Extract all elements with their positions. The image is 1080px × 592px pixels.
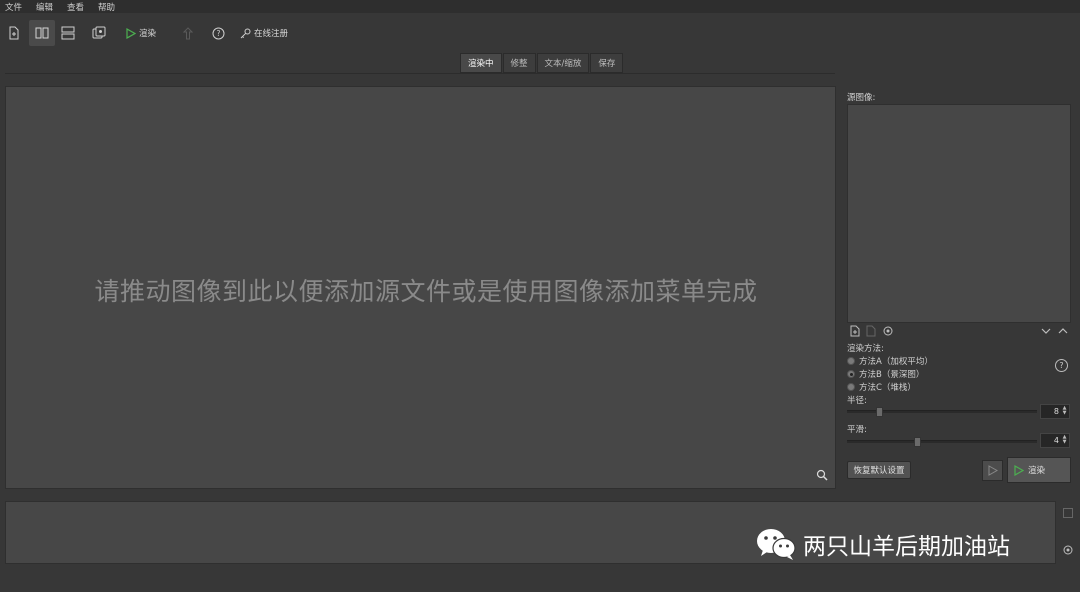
mode-tabs: 渲染中 修整 文本/缩放 保存: [460, 53, 624, 73]
new-file-button[interactable]: [1, 20, 27, 46]
save-log-icon[interactable]: [1062, 507, 1074, 519]
split-vertical-view-button[interactable]: [29, 20, 55, 46]
smooth-label: 平滑:: [847, 425, 867, 435]
source-settings-icon[interactable]: [882, 325, 894, 337]
smooth-slider[interactable]: [847, 437, 1037, 447]
upload-icon: [183, 26, 193, 39]
new-file-icon: [9, 26, 19, 40]
spin-arrows-icon[interactable]: ▲ ▼: [1061, 406, 1068, 417]
chevron-up-icon[interactable]: [1057, 325, 1069, 337]
method-b-label: 方法B（景深图）: [859, 370, 925, 380]
reset-defaults-button[interactable]: 恢复默认设置: [847, 461, 911, 479]
image-canvas[interactable]: 请推动图像到此以便添加源文件或是使用图像添加菜单完成: [5, 86, 836, 489]
menu-file[interactable]: 文件: [0, 1, 31, 13]
menu-view[interactable]: 查看: [62, 1, 93, 13]
method-a-label: 方法A（加权平均）: [859, 357, 933, 367]
source-images-label: 源图像:: [847, 93, 876, 103]
smooth-value: 4: [1053, 436, 1059, 445]
menu-bar: 文件 编辑 查看 帮助: [0, 0, 1080, 13]
register-online-label: 在线注册: [253, 29, 288, 39]
render-method-label: 渲染方法:: [847, 344, 884, 354]
tab-divider: [5, 73, 835, 74]
wechat-icon: [757, 529, 796, 560]
log-settings-icon[interactable]: [1062, 544, 1074, 556]
render-toolbar-button[interactable]: 渲染: [119, 20, 163, 46]
zoom-icon[interactable]: [815, 468, 829, 482]
method-c-label: 方法C（堆栈）: [859, 383, 916, 393]
tab-rendering[interactable]: 渲染中: [460, 53, 502, 73]
help-button[interactable]: ?: [205, 20, 231, 46]
upload-button[interactable]: [175, 20, 201, 46]
method-a-radio[interactable]: [847, 357, 855, 365]
method-b-option[interactable]: 方法B（景深图）: [847, 368, 924, 380]
radius-slider-handle[interactable]: [876, 407, 883, 417]
key-icon: [240, 28, 251, 38]
watermark-text: 两只山羊后期加油站: [803, 534, 1010, 560]
play-icon: [1014, 464, 1024, 476]
method-b-radio[interactable]: [847, 370, 855, 378]
tab-save[interactable]: 保存: [590, 53, 624, 73]
method-c-option[interactable]: 方法C（堆栈）: [847, 381, 916, 393]
render-button-label: 渲染: [1028, 466, 1046, 476]
radius-slider[interactable]: [847, 407, 1037, 417]
render-toolbar-label: 渲染: [138, 29, 156, 39]
add-source-icon[interactable]: [849, 325, 861, 337]
smooth-slider-handle[interactable]: [914, 437, 921, 447]
split-vertical-icon: [35, 27, 49, 39]
tab-text-scale[interactable]: 文本/缩放: [536, 53, 590, 73]
radius-label: 半径:: [847, 396, 867, 406]
remove-source-icon[interactable]: [865, 325, 877, 337]
menu-help[interactable]: 帮助: [93, 1, 124, 13]
svg-text:?: ?: [216, 29, 220, 38]
watermark: 两只山羊后期加油站: [755, 527, 1010, 561]
menu-edit[interactable]: 编辑: [31, 1, 62, 13]
help-icon: ?: [212, 27, 224, 39]
method-a-option[interactable]: 方法A（加权平均）: [847, 355, 933, 367]
add-images-button[interactable]: [86, 20, 112, 46]
register-online-button[interactable]: 在线注册: [236, 20, 292, 46]
images-icon: [92, 26, 106, 39]
radius-value: 8: [1053, 407, 1059, 416]
radius-spinbox[interactable]: 8 ▲ ▼: [1040, 404, 1070, 419]
render-secondary-button[interactable]: [982, 460, 1003, 481]
render-button[interactable]: 渲染: [1007, 457, 1071, 483]
method-c-radio[interactable]: [847, 383, 855, 391]
split-horizontal-view-button[interactable]: [55, 20, 81, 46]
toolbar: 渲染 ? 在线注册: [0, 18, 1080, 48]
method-help-icon[interactable]: ?: [1055, 359, 1068, 372]
tab-retouch[interactable]: 修整: [502, 53, 536, 73]
canvas-placeholder: 请推动图像到此以便添加源文件或是使用图像添加菜单完成: [94, 277, 758, 306]
spin-arrows-icon[interactable]: ▲ ▼: [1061, 435, 1068, 446]
smooth-spinbox[interactable]: 4 ▲ ▼: [1040, 433, 1070, 448]
play-icon: [126, 27, 136, 39]
split-horizontal-icon: [61, 26, 75, 40]
chevron-down-icon[interactable]: [1040, 325, 1052, 337]
source-images-list[interactable]: [847, 104, 1071, 323]
play-outline-icon: [988, 465, 998, 476]
